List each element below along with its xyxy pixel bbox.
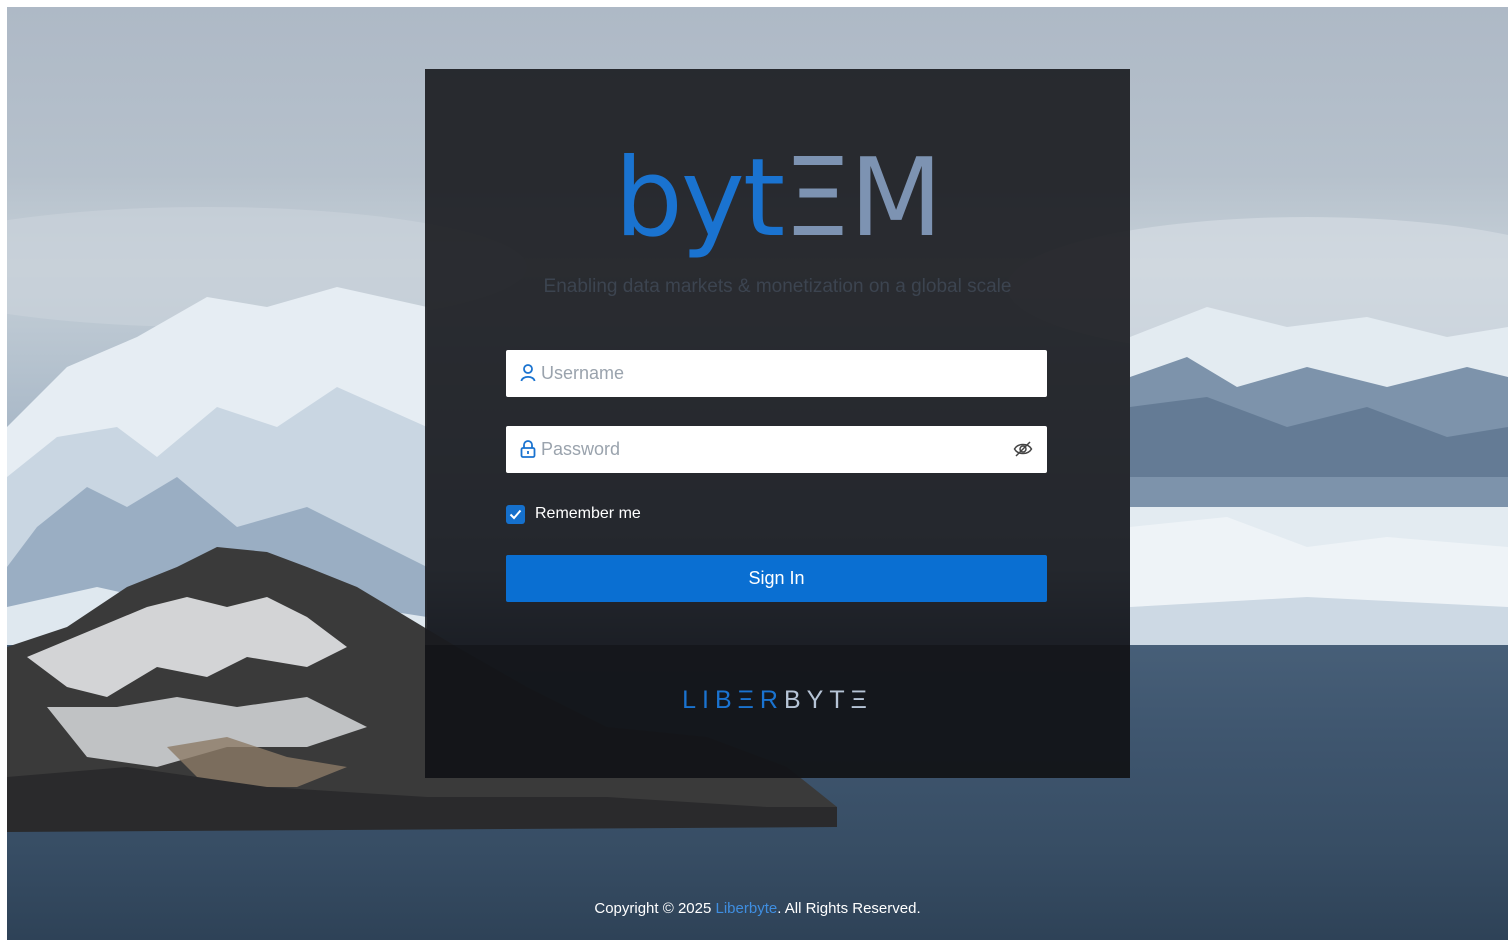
login-card: bytΞM Enabling data markets & monetizati… [425, 69, 1130, 778]
remember-checkbox[interactable] [506, 504, 525, 524]
company-logo-part-primary: LIBΞR [682, 686, 784, 714]
login-page: bytΞM Enabling data markets & monetizati… [7, 7, 1508, 940]
remember-label: Remember me [535, 505, 641, 522]
password-field[interactable] [506, 426, 1047, 473]
company-logo: LIBΞRBYTΞ [425, 686, 1130, 715]
company-link[interactable]: Liberbyte [716, 900, 778, 917]
company-logo-part-secondary: BYTΞ [783, 686, 873, 714]
copyright-suffix: . All Rights Reserved. [777, 900, 921, 917]
user-icon [520, 364, 536, 382]
check-icon [509, 509, 522, 519]
username-input[interactable] [541, 350, 1001, 397]
password-input[interactable] [541, 426, 1001, 473]
logo-part-secondary: ΞM [783, 136, 942, 261]
tagline: Enabling data markets & monetization on … [543, 276, 1012, 297]
eye-slash-icon[interactable] [1013, 440, 1033, 458]
app-logo: bytΞM [425, 139, 1130, 259]
logo-part-primary: byt [614, 136, 785, 261]
lock-icon [520, 440, 536, 458]
username-field[interactable] [506, 350, 1047, 397]
copyright-footer: Copyright © 2025 Liberbyte. All Rights R… [7, 900, 1508, 917]
copyright-prefix: Copyright © 2025 [594, 900, 716, 917]
sign-in-button[interactable]: Sign In [506, 555, 1047, 602]
remember-me[interactable]: Remember me [506, 503, 641, 525]
